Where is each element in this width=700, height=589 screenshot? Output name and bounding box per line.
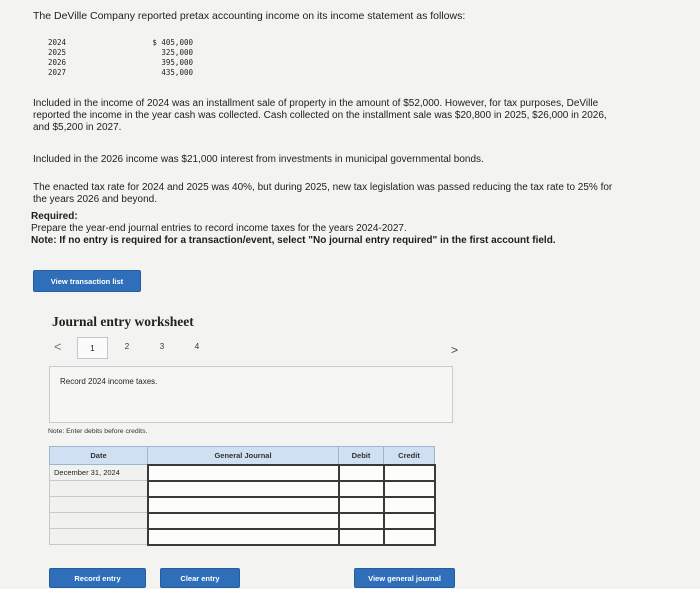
- page-tab-1[interactable]: 1: [77, 337, 108, 359]
- municipal-bonds-paragraph: Included in the 2026 income was $21,000 …: [33, 154, 484, 165]
- income-amount: 325,000: [161, 48, 193, 57]
- paragraph-line: the years 2026 and beyond.: [33, 194, 157, 205]
- income-amount: $ 405,000: [152, 38, 193, 47]
- debit-input[interactable]: [337, 463, 385, 482]
- debit-input[interactable]: [337, 511, 385, 530]
- paragraph-line: The enacted tax rate for 2024 and 2025 w…: [33, 182, 613, 193]
- credit-input[interactable]: [382, 495, 436, 514]
- table-row: [49, 511, 436, 530]
- prev-page-button[interactable]: <: [54, 339, 62, 354]
- required-label: Required:: [31, 211, 78, 222]
- date-cell: December 31, 2024: [49, 464, 148, 481]
- table-row: [49, 527, 436, 546]
- required-note: Note: If no entry is required for a tran…: [31, 235, 556, 246]
- page-tab-4[interactable]: 4: [187, 342, 207, 351]
- date-cell: [49, 528, 148, 545]
- income-amount: 435,000: [161, 68, 193, 77]
- credit-input[interactable]: [382, 463, 436, 482]
- table-row: December 31, 2024: [49, 463, 436, 482]
- view-transaction-list-button[interactable]: View transaction list: [33, 270, 141, 292]
- record-prompt-box: Record 2024 income taxes.: [49, 366, 453, 423]
- record-prompt-text: Record 2024 income taxes.: [60, 377, 158, 386]
- income-row: 2025 325,000: [48, 48, 198, 58]
- credit-input[interactable]: [382, 527, 436, 546]
- worksheet-title: Journal entry worksheet: [52, 314, 194, 329]
- clear-entry-button[interactable]: Clear entry: [160, 568, 240, 588]
- income-row: 2024 $ 405,000: [48, 38, 198, 48]
- table-row: [49, 479, 436, 498]
- journal-table: Date General Journal Debit Credit Decemb…: [49, 446, 436, 557]
- page-tab-3[interactable]: 3: [152, 342, 172, 351]
- credit-input[interactable]: [382, 511, 436, 530]
- credit-header: Credit: [383, 446, 435, 465]
- income-year: 2027: [48, 68, 67, 77]
- intro-text: The DeVille Company reported pretax acco…: [33, 10, 466, 22]
- income-table: 2024 $ 405,000 2025 325,000 2026 395,000…: [48, 38, 198, 78]
- income-year: 2026: [48, 58, 67, 67]
- paragraph-line: reported the income in the year cash was…: [33, 110, 607, 121]
- next-page-button[interactable]: >: [451, 343, 458, 357]
- required-text: Prepare the year-end journal entries to …: [31, 223, 407, 234]
- income-amount: 395,000: [161, 58, 193, 67]
- record-entry-button[interactable]: Record entry: [49, 568, 146, 588]
- account-input[interactable]: [146, 479, 340, 498]
- account-input[interactable]: [146, 463, 340, 482]
- debit-input[interactable]: [337, 479, 385, 498]
- income-year: 2025: [48, 48, 67, 57]
- required-section: Required: Prepare the year-end journal e…: [31, 211, 556, 247]
- general-journal-header: General Journal: [147, 446, 339, 465]
- credit-input[interactable]: [382, 479, 436, 498]
- paragraph-line: Included in the income of 2024 was an in…: [33, 98, 599, 109]
- debits-note: Note: Enter debits before credits.: [48, 428, 148, 435]
- tax-rate-paragraph: The enacted tax rate for 2024 and 2025 w…: [33, 182, 663, 206]
- date-header: Date: [49, 446, 148, 465]
- debit-input[interactable]: [337, 495, 385, 514]
- income-row: 2026 395,000: [48, 58, 198, 68]
- table-row: [49, 495, 436, 514]
- date-cell: [49, 480, 148, 497]
- view-general-journal-button[interactable]: View general journal: [354, 568, 455, 588]
- account-input[interactable]: [146, 495, 340, 514]
- paragraph-line: and $5,200 in 2027.: [33, 122, 122, 133]
- debit-input[interactable]: [337, 527, 385, 546]
- income-row: 2027 435,000: [48, 68, 198, 78]
- date-cell: [49, 496, 148, 513]
- debit-header: Debit: [338, 446, 384, 465]
- page-tab-2[interactable]: 2: [117, 342, 137, 351]
- account-input[interactable]: [146, 527, 340, 546]
- income-year: 2024: [48, 38, 67, 47]
- installment-paragraph: Included in the income of 2024 was an in…: [33, 98, 663, 134]
- account-input[interactable]: [146, 511, 340, 530]
- date-cell: [49, 512, 148, 529]
